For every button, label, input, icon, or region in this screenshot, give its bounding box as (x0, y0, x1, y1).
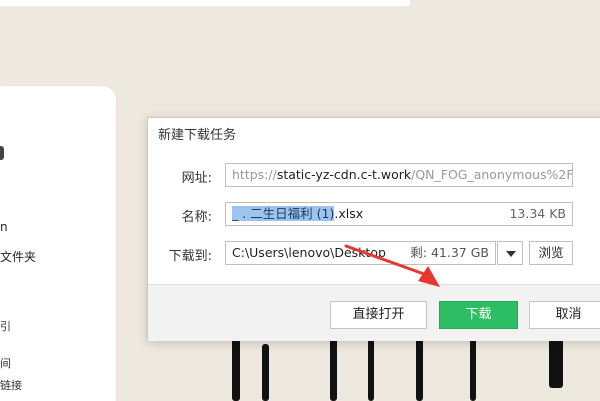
path-label: 下载到: (168, 249, 212, 264)
filename-field[interactable]: _ . 二生日福利 (1).xlsx 13.34 KB (225, 202, 573, 226)
top-bar (0, 0, 410, 6)
file-size: 13.34 KB (509, 206, 566, 221)
filename-ext: .xlsx (334, 206, 364, 221)
bg-item-3: 引 (0, 320, 11, 333)
bg-item-4: 间 (0, 357, 11, 370)
url-domain: static-yz-cdn.c-t.work (276, 167, 412, 182)
path-dropdown-button[interactable] (497, 241, 523, 265)
bg-item-1: n (0, 220, 8, 234)
bg-stroke (549, 338, 563, 388)
url-label: 网址: (181, 171, 212, 186)
cancel-button[interactable]: 取消 (529, 301, 600, 329)
bg-stroke (470, 338, 476, 401)
download-button[interactable]: 下载 (439, 301, 518, 329)
bg-stroke (330, 338, 337, 401)
dialog-footer: 直接打开 下载 取消 (148, 284, 600, 341)
chevron-down-icon (506, 251, 516, 257)
url-rest: /QN_FOG_anonymous%2F4ceE (411, 167, 573, 182)
filename-selected: 二生日福利 (1) (250, 206, 335, 221)
filename-prefix: _ . (232, 206, 251, 221)
bg-stroke (262, 344, 269, 401)
save-path-field[interactable]: C:\Users\lenovo\Desktop 剩: 41.37 GB (225, 241, 496, 265)
bg-stroke (368, 338, 374, 401)
bg-item-2[interactable]: 文件夹 (0, 248, 36, 265)
dialog-title: 新建下载任务 (158, 128, 237, 143)
save-path-value: C:\Users\lenovo\Desktop (232, 245, 386, 260)
open-directly-button[interactable]: 直接打开 (330, 301, 427, 329)
name-label: 名称: (181, 210, 212, 225)
background-panel: n 文件夹 引 间 链接 (0, 86, 116, 401)
bg-item-5[interactable]: 链接 (0, 377, 22, 393)
url-field[interactable]: https://static-yz-cdn.c-t.work/QN_FOG_an… (225, 163, 573, 187)
browse-button[interactable]: 浏览 (529, 241, 573, 265)
bg-stroke (232, 338, 240, 401)
bg-stroke (416, 338, 423, 401)
free-space: 剩: 41.37 GB (410, 245, 489, 260)
url-prefix: https:// (232, 167, 277, 182)
panel-marker (0, 146, 4, 160)
new-download-dialog: 新建下载任务 网址: https://static-yz-cdn.c-t.wor… (147, 117, 600, 341)
screen: n 文件夹 引 间 链接 新建下载任务 网址: https://static-y… (0, 0, 600, 401)
